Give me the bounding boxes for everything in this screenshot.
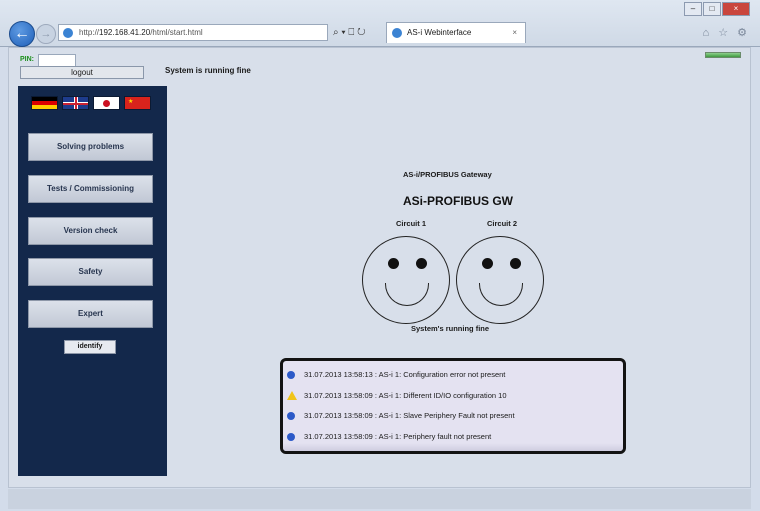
- info-icon: [287, 371, 295, 379]
- address-tools[interactable]: ⌕ ▾ ⎕ ↻: [333, 24, 383, 41]
- status-led-icon: [705, 52, 741, 58]
- url-host: 192.168.41.20: [99, 28, 151, 37]
- system-running-label: System's running fine: [411, 324, 490, 333]
- info-icon: [287, 412, 295, 420]
- address-bar[interactable]: http://192.168.41.20/html/start.html: [58, 24, 328, 41]
- system-status-text: System is running fine: [165, 66, 251, 75]
- tab-close-icon[interactable]: ×: [512, 23, 517, 43]
- close-window-button[interactable]: ×: [722, 2, 750, 16]
- tab-title: AS-i Webinterface: [407, 28, 472, 37]
- identify-button[interactable]: identify: [64, 340, 116, 354]
- circuit-2-label: Circuit 2: [487, 219, 518, 228]
- forward-arrow-icon[interactable]: →: [36, 24, 56, 44]
- circuit-1-label: Circuit 1: [396, 219, 427, 228]
- command-icons[interactable]: ⌂ ☆ ⚙: [703, 26, 750, 39]
- window-controls: – □ ×: [683, 2, 750, 16]
- gateway-name: ASi-PROFIBUS GW: [403, 194, 513, 208]
- browser-statusbar: [8, 489, 751, 509]
- url-path: /html/start.html: [150, 28, 203, 37]
- circuit-2-smiley-icon[interactable]: [456, 236, 544, 324]
- german-flag-icon[interactable]: [31, 96, 58, 110]
- pin-label: PIN:: [20, 56, 34, 63]
- safety-button[interactable]: Safety: [28, 258, 153, 286]
- minimize-button[interactable]: –: [684, 2, 702, 16]
- circuit-1-smiley-icon[interactable]: [362, 236, 450, 324]
- japanese-flag-icon[interactable]: [93, 96, 120, 110]
- uk-flag-icon[interactable]: [62, 96, 89, 110]
- gateway-type: AS-i/PROFIBUS Gateway: [403, 170, 492, 179]
- version-check-button[interactable]: Version check: [28, 217, 153, 245]
- solving-problems-button[interactable]: Solving problems: [28, 133, 153, 161]
- url-prefix: http://: [79, 28, 100, 37]
- browser-tab[interactable]: AS-i Webinterface ×: [386, 22, 526, 43]
- info-icon: [287, 433, 295, 441]
- chinese-flag-icon[interactable]: ★: [124, 96, 151, 110]
- log-scroll-fade: [283, 443, 623, 451]
- tests-commissioning-button[interactable]: Tests / Commissioning: [28, 175, 153, 203]
- browser-toolbar: ← → http://192.168.41.20/html/start.html…: [0, 0, 760, 47]
- event-log[interactable]: 31.07.2013 13:58:13 : AS-i 1: Configurat…: [280, 358, 626, 454]
- logout-button[interactable]: logout: [20, 66, 144, 79]
- ie-tab-icon: [392, 28, 402, 38]
- maximize-button[interactable]: □: [703, 2, 721, 16]
- sidebar: ★ Solving problems Tests / Commissioning…: [18, 86, 167, 476]
- ie-page-icon: [63, 28, 73, 38]
- back-arrow-icon[interactable]: ←: [9, 21, 35, 47]
- warning-icon: [287, 391, 297, 400]
- expert-button[interactable]: Expert: [28, 300, 153, 328]
